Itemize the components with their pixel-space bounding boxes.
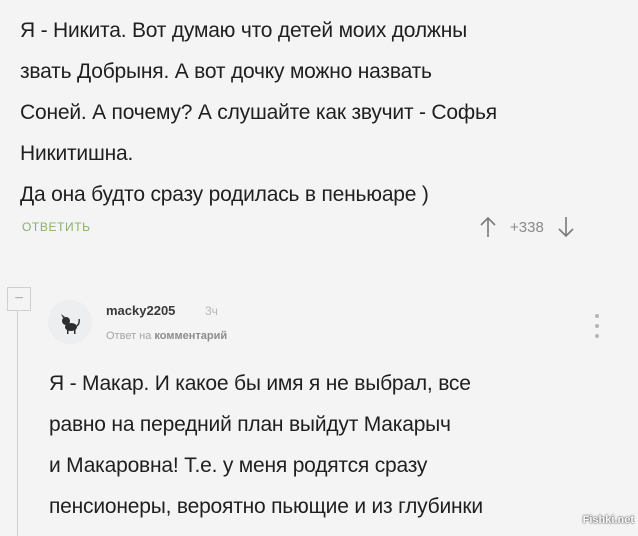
minus-icon: − (14, 290, 24, 307)
collapse-thread-button[interactable]: − (7, 287, 31, 311)
reply-line: и Макаровна! Т.е. у меня родятся сразу (49, 454, 428, 477)
reply-username[interactable]: macky2205 (106, 303, 175, 318)
reply-button[interactable]: ответить (22, 220, 91, 234)
reply-context-link[interactable]: комментарий (154, 330, 227, 342)
comment-line: Я - Никита. Вот думаю что детей моих дол… (20, 19, 468, 42)
reply-context-prefix: Ответ на (106, 330, 152, 342)
reply-line: пенсионеры, вероятно пьющие и из глубинк… (49, 495, 483, 518)
comment-body: Я - Никита. Вот думаю что детей моих дол… (20, 10, 620, 215)
reply-line: Я - Макар. И какое бы имя я не выбрал, в… (49, 372, 471, 395)
reply-body: Я - Макар. И какое бы имя я не выбрал, в… (49, 363, 629, 527)
comment-score: +338 (510, 218, 544, 236)
watermark: Fishki.net (582, 514, 634, 526)
comment-line: Соней. А почему? А слушайте как звучит -… (20, 101, 497, 124)
comment-line: Да она будто сразу родилась в пеньюаре ) (20, 183, 429, 206)
more-vertical-icon[interactable] (592, 314, 602, 338)
vote-controls: +338 (478, 214, 576, 240)
reply-context: Ответ на комментарий (106, 330, 227, 342)
arrow-up-icon[interactable] (478, 215, 498, 239)
avatar[interactable] (48, 300, 92, 344)
comment-line: звать Добрыня. А вот дочку можно назвать (20, 60, 432, 83)
comment-line: Никитишна. (20, 142, 134, 165)
reply-timestamp: 3ч (205, 304, 218, 318)
arrow-down-icon[interactable] (556, 215, 576, 239)
reply-line: равно на передний план выйдут Макарыч (49, 413, 451, 436)
thread-line (17, 296, 18, 536)
